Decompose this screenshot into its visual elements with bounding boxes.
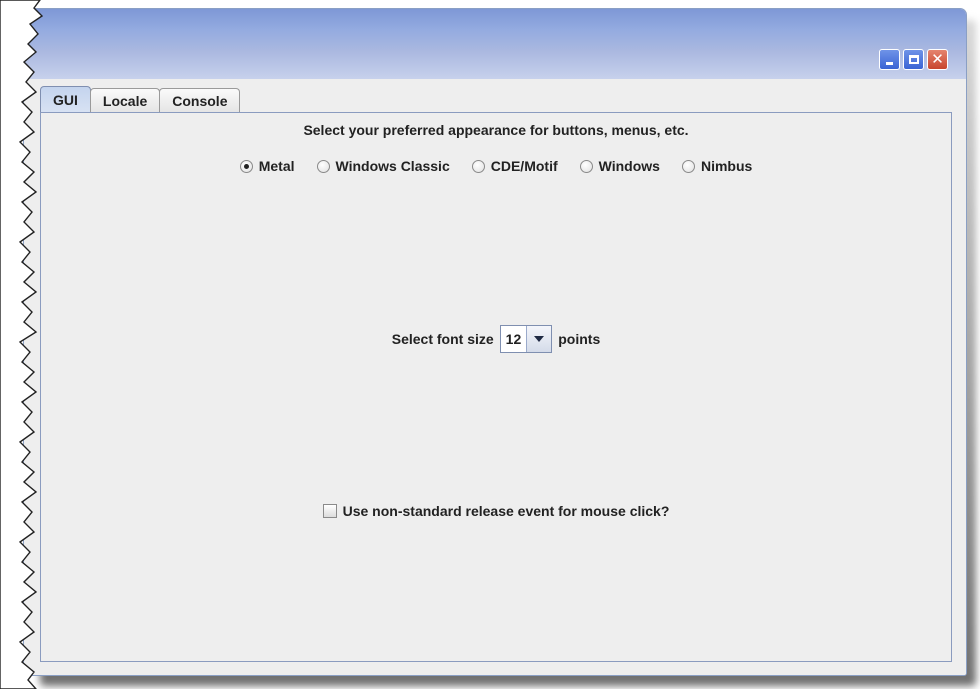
radio-windows[interactable]: Windows: [579, 158, 660, 174]
screenshot-stage: ✕ GUI Locale Console Select your preferr…: [0, 0, 980, 689]
tab-locale[interactable]: Locale: [89, 88, 161, 113]
radio-selected-dot: [243, 163, 249, 169]
mouse-release-label: Use non-standard release event for mouse…: [342, 503, 670, 519]
radio-label: Windows Classic: [335, 158, 450, 174]
radio-label: Nimbus: [700, 158, 753, 174]
font-size-combobox[interactable]: 12: [499, 325, 553, 353]
appearance-radio-group: Metal Windows Classic CDE/Motif Windows: [41, 158, 951, 174]
radio-label: Windows: [598, 158, 660, 174]
radio-button-icon[interactable]: [316, 159, 330, 173]
radio-metal[interactable]: Metal: [239, 158, 295, 174]
window-content: GUI Locale Console Select your preferred…: [24, 79, 966, 675]
tab-console[interactable]: Console: [159, 88, 241, 113]
minimize-icon: [886, 62, 893, 65]
close-icon: ✕: [931, 51, 944, 68]
maximize-icon: [908, 55, 919, 64]
title-bar[interactable]: ✕: [24, 9, 966, 79]
appearance-heading: Select your preferred appearance for but…: [303, 122, 689, 138]
maximize-button[interactable]: [903, 49, 924, 70]
radio-button-icon[interactable]: [471, 159, 485, 173]
close-button[interactable]: ✕: [927, 49, 948, 70]
radio-label: Metal: [258, 158, 295, 174]
font-size-row: Select font size 12 points: [41, 325, 951, 353]
radio-cde-motif[interactable]: CDE/Motif: [471, 158, 558, 174]
tab-bar: GUI Locale Console: [40, 86, 241, 113]
radio-nimbus[interactable]: Nimbus: [681, 158, 753, 174]
radio-button-icon[interactable]: [579, 159, 593, 173]
chevron-down-icon: [534, 336, 545, 342]
radio-label: CDE/Motif: [490, 158, 558, 174]
radio-windows-classic[interactable]: Windows Classic: [316, 158, 450, 174]
dropdown-button[interactable]: [526, 326, 552, 352]
window-controls: ✕: [879, 49, 948, 70]
gui-tab-panel: Select your preferred appearance for but…: [40, 112, 952, 662]
minimize-button[interactable]: [879, 49, 900, 70]
radio-button-icon[interactable]: [681, 159, 695, 173]
torn-edge-decoration: [0, 0, 44, 689]
settings-window: ✕ GUI Locale Console Select your preferr…: [24, 9, 966, 675]
font-size-value[interactable]: 12: [501, 326, 527, 352]
font-size-suffix-label: points: [558, 331, 601, 347]
mouse-release-option[interactable]: Use non-standard release event for mouse…: [41, 503, 951, 519]
font-size-prefix-label: Select font size: [391, 331, 494, 347]
radio-button-icon[interactable]: [239, 159, 253, 173]
mouse-release-checkbox[interactable]: [322, 504, 337, 518]
